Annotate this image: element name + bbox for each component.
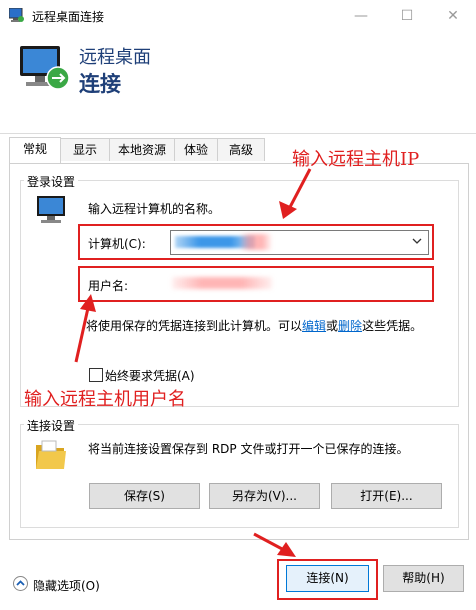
connection-description: 将当前连接设置保存到 RDP 文件或打开一个已保存的连接。 (88, 442, 409, 456)
tab-display[interactable]: 显示 (60, 138, 110, 161)
username-annotation: 输入远程主机用户名 (24, 389, 186, 410)
credentials-note-tail: 这些凭据。 (362, 319, 423, 333)
remote-desktop-app-icon (8, 7, 25, 23)
username-arrow-icon (74, 294, 96, 363)
connect-arrow-icon (253, 532, 296, 557)
login-settings-title: 登录设置 (24, 173, 79, 190)
header-title: 远程桌面 (79, 47, 151, 68)
tab-advanced[interactable]: 高级 (217, 138, 265, 161)
tab-experience[interactable]: 体验 (174, 138, 218, 161)
save-as-button[interactable]: 另存为(V)... (209, 483, 320, 509)
hide-options-chevron-up-icon[interactable] (13, 576, 28, 591)
help-button[interactable]: 帮助(H) (383, 565, 464, 592)
save-button[interactable]: 保存(S) (89, 483, 200, 509)
tab-general[interactable]: 常规 (9, 137, 61, 163)
header-banner (0, 32, 476, 134)
connect-button[interactable]: 连接(N) (286, 565, 369, 592)
credentials-note-or: 或 (326, 319, 339, 333)
edit-credentials-link[interactable]: 编辑 (302, 319, 326, 333)
close-button[interactable]: ✕ (430, 0, 476, 32)
minimize-button[interactable]: — (338, 0, 384, 32)
delete-credentials-link[interactable]: 删除 (338, 319, 362, 333)
redacted-username-mark (172, 277, 272, 289)
window-title: 远程桌面连接 (32, 10, 105, 24)
open-button[interactable]: 打开(E)... (331, 483, 442, 509)
maximize-button[interactable]: ☐ (384, 0, 430, 32)
always-ask-checkbox[interactable] (89, 368, 103, 382)
hide-options-label[interactable]: 隐藏选项(O) (33, 577, 100, 594)
redacted-ip-smudge (241, 234, 271, 250)
instruction-text: 输入远程计算机的名称。 (88, 202, 221, 216)
chevron-down-icon[interactable] (411, 235, 423, 247)
username-input[interactable] (170, 272, 420, 294)
remote-desktop-monitor-icon (18, 44, 70, 92)
ip-arrow-icon (279, 168, 312, 219)
header-subtitle: 连接 (79, 72, 121, 96)
title-bar[interactable]: 远程桌面连接 — ☐ ✕ (0, 0, 476, 32)
tab-local-resources[interactable]: 本地资源 (109, 138, 175, 161)
credentials-note: 将使用保存的凭据连接到此计算机。可以编辑或删除这些凭据。 (86, 317, 422, 334)
folder-icon (34, 437, 68, 473)
always-ask-label: 始终要求凭据(A) (105, 369, 195, 383)
computer-icon (35, 194, 69, 226)
connection-settings-title: 连接设置 (24, 417, 79, 434)
computer-combobox[interactable] (170, 230, 429, 255)
computer-label: 计算机(C): (88, 237, 146, 251)
tab-strip: 常规 显示 本地资源 体验 高级 (9, 137, 269, 163)
credentials-note-text: 将使用保存的凭据连接到此计算机。可以 (86, 319, 303, 333)
